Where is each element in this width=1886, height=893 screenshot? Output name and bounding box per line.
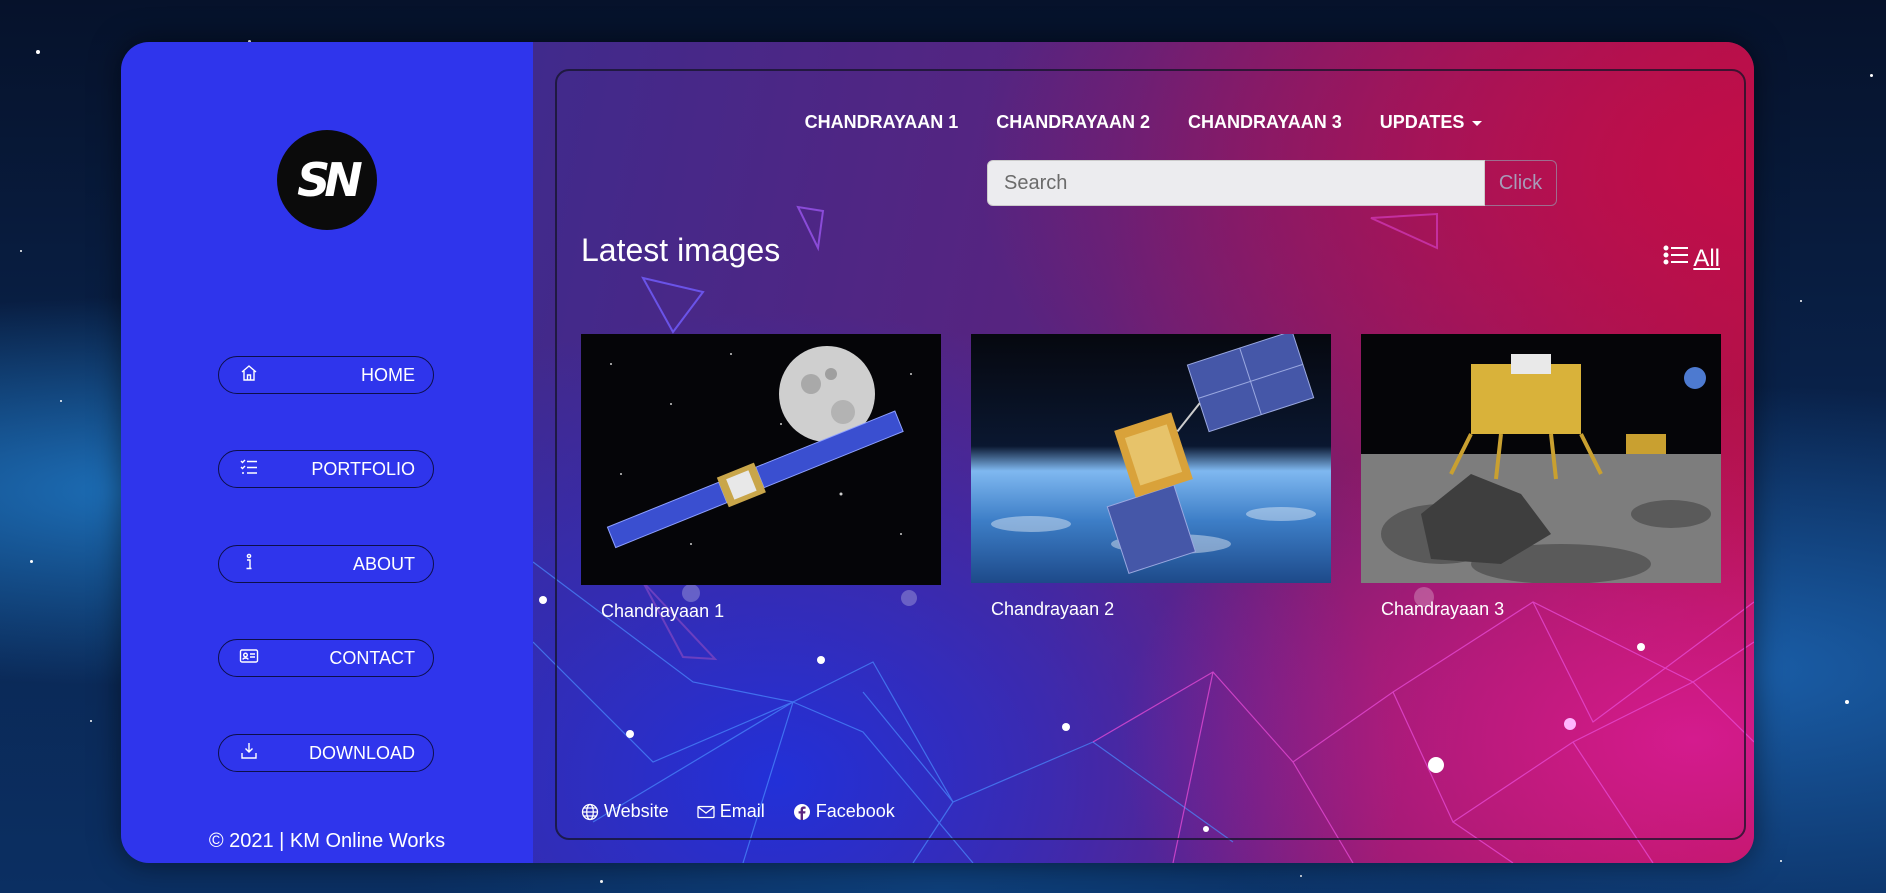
gallery-card-2[interactable]: Chandrayaan 2 xyxy=(971,334,1331,620)
view-all-label: All xyxy=(1693,244,1720,272)
globe-icon xyxy=(581,803,599,821)
footer-website-link[interactable]: Website xyxy=(581,801,669,822)
sidebar-item-download[interactable]: DOWNLOAD xyxy=(218,734,434,772)
main-content: CHANDRAYAAN 1 CHANDRAYAAN 2 CHANDRAYAAN … xyxy=(533,42,1754,863)
chandrayaan-2-image xyxy=(971,334,1331,583)
topnav-updates-dropdown[interactable]: UPDATES xyxy=(1380,112,1483,133)
app-frame: SN HOME PORTFOLIO ABOUT CONTACT DOWNLOAD… xyxy=(121,42,1754,863)
facebook-icon xyxy=(793,803,811,821)
sidebar-item-label: HOME xyxy=(361,364,415,385)
download-icon xyxy=(239,741,259,766)
card-caption: Chandrayaan 2 xyxy=(991,599,1115,619)
gallery-card-1[interactable]: Chandrayaan 1 xyxy=(581,334,941,622)
search-input[interactable] xyxy=(987,160,1485,206)
sidebar-item-home[interactable]: HOME xyxy=(218,356,434,394)
caret-down-icon xyxy=(1472,120,1483,126)
card-caption: Chandrayaan 3 xyxy=(1381,599,1505,619)
sidebar-item-label: DOWNLOAD xyxy=(308,742,415,763)
sidebar-item-label: PORTFOLIO xyxy=(311,458,415,479)
footer-website-label: Website xyxy=(604,801,669,821)
contact-card-icon xyxy=(239,646,259,671)
view-all-link[interactable]: All xyxy=(1663,244,1720,273)
footer-facebook-link[interactable]: Facebook xyxy=(793,801,895,822)
info-icon xyxy=(239,552,259,577)
footer-links: Website Email Facebook xyxy=(581,801,895,822)
section-title: Latest images xyxy=(581,232,781,268)
sidebar-item-about[interactable]: ABOUT xyxy=(218,545,434,583)
home-icon xyxy=(239,363,259,388)
footer-email-link[interactable]: Email xyxy=(697,801,765,822)
search-button[interactable]: Click xyxy=(1485,160,1557,206)
sidebar-item-portfolio[interactable]: PORTFOLIO xyxy=(218,450,434,488)
topnav-chandrayaan-3[interactable]: CHANDRAYAAN 3 xyxy=(1188,112,1342,133)
card-caption: Chandrayaan 1 xyxy=(601,601,725,621)
chandrayaan-3-image xyxy=(1361,334,1721,583)
footer-email-label: Email xyxy=(719,801,765,821)
list-check-icon xyxy=(239,457,259,482)
topnav-chandrayaan-1[interactable]: CHANDRAYAAN 1 xyxy=(805,112,959,133)
footer-facebook-label: Facebook xyxy=(815,801,895,821)
topnav-chandrayaan-2[interactable]: CHANDRAYAAN 2 xyxy=(996,112,1150,133)
list-icon xyxy=(1663,244,1689,273)
sidebar-item-label: CONTACT xyxy=(329,647,415,668)
updates-label: UPDATES xyxy=(1379,112,1465,132)
logo: SN xyxy=(277,130,377,230)
sidebar-item-contact[interactable]: CONTACT xyxy=(218,639,434,677)
sidebar: SN HOME PORTFOLIO ABOUT CONTACT DOWNLOAD… xyxy=(121,42,533,863)
sidebar-item-label: ABOUT xyxy=(352,553,415,574)
gallery-card-3[interactable]: Chandrayaan 3 xyxy=(1361,334,1721,620)
envelope-icon xyxy=(697,803,715,821)
chandrayaan-1-image xyxy=(581,334,941,585)
copyright-text: © 2021 | KM Online Works xyxy=(208,830,446,852)
top-navigation: CHANDRAYAAN 1 CHANDRAYAAN 2 CHANDRAYAAN … xyxy=(533,112,1754,133)
search-bar: Click xyxy=(987,160,1557,206)
